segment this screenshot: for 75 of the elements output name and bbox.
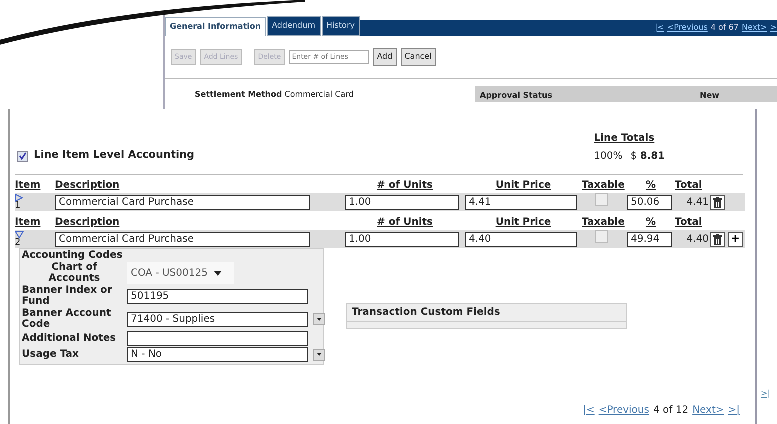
text-field[interactable]: 501195 bbox=[127, 288, 308, 304]
caret-icon bbox=[316, 318, 322, 320]
item-number: 1 bbox=[15, 202, 22, 210]
caret-icon bbox=[214, 270, 222, 276]
field-label: Banner Account Code bbox=[22, 308, 112, 330]
chart-dropdown[interactable]: COA - US00125 bbox=[127, 262, 234, 284]
line-total: 4.40 bbox=[686, 234, 709, 244]
column-header: Unit Price bbox=[496, 180, 552, 191]
action-button[interactable]: Add bbox=[373, 48, 397, 66]
panel-title: Accounting Codes bbox=[22, 250, 124, 261]
text-field[interactable] bbox=[127, 331, 308, 346]
tab[interactable]: General Information bbox=[165, 17, 266, 36]
unit-price-field[interactable]: 4.40 bbox=[465, 232, 577, 246]
page-position: 4 of 12 bbox=[653, 404, 689, 418]
column-header: Unit Price bbox=[496, 217, 552, 228]
caret-icon bbox=[316, 353, 322, 356]
delete-button[interactable] bbox=[710, 194, 725, 210]
tab[interactable]: Addendum bbox=[267, 16, 320, 36]
next-link[interactable]: Next> bbox=[742, 22, 768, 34]
checkbox[interactable] bbox=[17, 150, 28, 162]
unit-price-field[interactable]: 4.41 bbox=[465, 194, 577, 210]
units-field[interactable]: 1.00 bbox=[345, 232, 459, 246]
first-page-link[interactable]: |< bbox=[583, 403, 595, 418]
column-header: Description bbox=[55, 180, 120, 191]
previous-link[interactable]: <Previous bbox=[667, 22, 708, 34]
description-field[interactable]: Commercial Card Purchase bbox=[55, 232, 310, 246]
description-field[interactable]: Commercial Card Purchase bbox=[55, 194, 310, 210]
first-page-link[interactable]: |< bbox=[654, 22, 664, 34]
field-label: Usage Tax bbox=[22, 349, 80, 360]
units-field[interactable]: 1.00 bbox=[345, 194, 459, 210]
dropdown-button[interactable] bbox=[313, 313, 325, 325]
field-label: Banner Index or Fund bbox=[22, 285, 114, 307]
detail-label: Settlement Method bbox=[195, 90, 282, 99]
last-page-link[interactable]: > bbox=[770, 22, 777, 34]
column-header: Taxable bbox=[582, 217, 625, 228]
dropdown-button[interactable] bbox=[313, 348, 325, 360]
tab[interactable]: History bbox=[322, 16, 360, 36]
combo-field[interactable]: 71400 - Supplies bbox=[127, 312, 308, 326]
item-number: 2 bbox=[15, 238, 22, 248]
field-label: Chart of Accounts bbox=[48, 262, 102, 284]
delete-button[interactable] bbox=[710, 232, 725, 246]
percent-field[interactable]: 49.94 bbox=[627, 232, 672, 246]
last-page-link[interactable]: >| bbox=[728, 403, 740, 418]
column-header: # of Units bbox=[377, 217, 433, 228]
percent-field[interactable]: 50.06 bbox=[627, 194, 672, 210]
previous-link[interactable]: <Previous bbox=[598, 403, 650, 418]
expand-toggle-icon[interactable] bbox=[15, 194, 24, 202]
taxable-checkbox[interactable] bbox=[595, 193, 608, 206]
column-header: Item bbox=[15, 217, 41, 228]
collapse-toggle-icon[interactable] bbox=[15, 230, 24, 238]
column-header: Total bbox=[675, 180, 702, 191]
pager-link[interactable]: >| bbox=[761, 388, 770, 400]
column-header: % bbox=[646, 217, 656, 228]
page-position: 4 of 67 bbox=[710, 22, 739, 34]
column-header: Total bbox=[675, 217, 702, 228]
field-label: Additional Notes bbox=[22, 333, 118, 344]
line-total: 4.41 bbox=[686, 196, 709, 208]
detail-value: Commercial Card bbox=[284, 90, 354, 99]
add-line-button[interactable]: + bbox=[728, 232, 743, 246]
totals-amount: $ 8.81 bbox=[630, 151, 665, 162]
column-header: # of Units bbox=[377, 180, 433, 191]
next-link[interactable]: Next> bbox=[692, 403, 724, 418]
column-header: Description bbox=[55, 217, 120, 228]
checkbox-label: Line Item Level Accounting bbox=[34, 148, 195, 164]
totals-percent: 100% bbox=[594, 151, 623, 162]
column-header: Approval Status bbox=[480, 90, 554, 98]
column-header: Item bbox=[15, 180, 41, 191]
column-header: % bbox=[646, 180, 656, 191]
combo-field[interactable]: N - No bbox=[127, 347, 308, 362]
panel-title: Transaction Custom Fields bbox=[347, 304, 626, 322]
taxable-checkbox[interactable] bbox=[595, 230, 608, 243]
line-totals-heading: Line Totals bbox=[594, 132, 656, 146]
column-header: New bbox=[700, 90, 720, 98]
column-header: Taxable bbox=[582, 180, 625, 191]
action-button[interactable]: Cancel bbox=[400, 48, 436, 66]
